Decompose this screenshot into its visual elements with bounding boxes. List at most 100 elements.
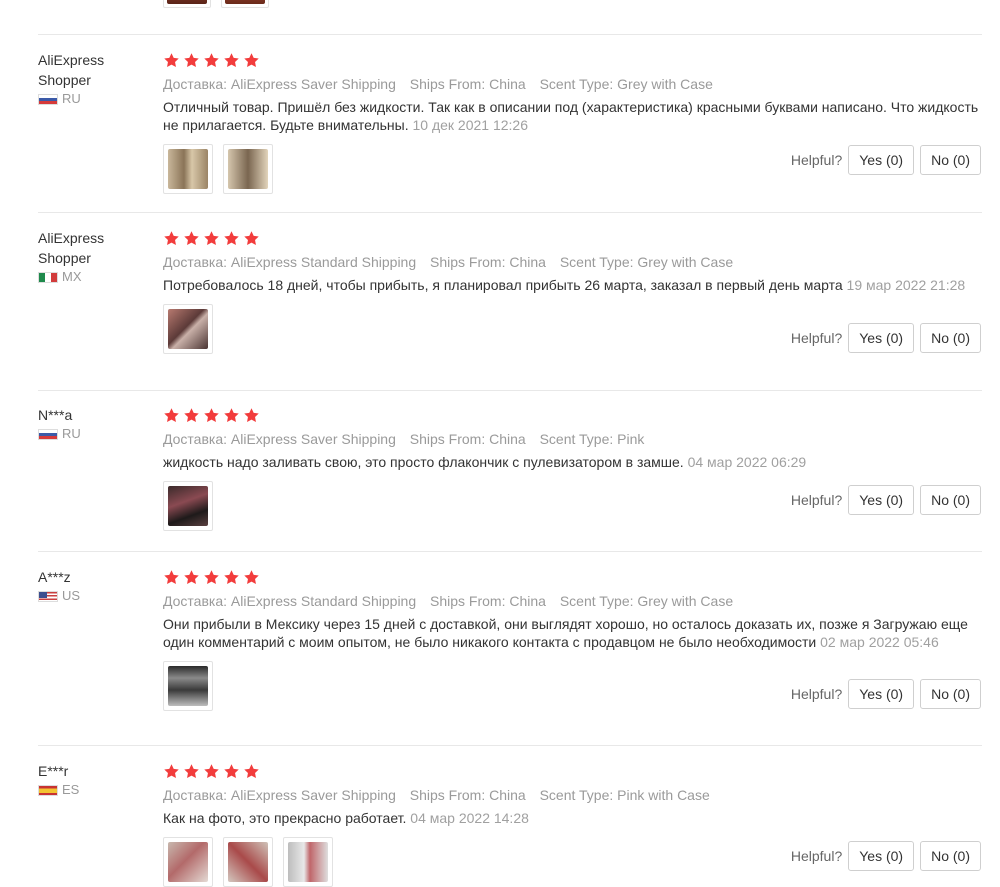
reviewer-name: E***r [38,763,69,779]
russia-flag-icon [38,93,58,105]
scent-type: Scent Type: Grey with Case [559,593,734,609]
helpful-votes: Helpful? Yes (0) No (0) [791,145,981,175]
star-icon [184,230,199,245]
review-divider [38,390,982,391]
reviewer-info: A***z US [38,567,148,604]
star-rating [163,228,981,248]
review-photo[interactable] [163,304,213,354]
delivery-method: Доставка: AliExpress Standard Shipping [163,254,417,270]
review-date: 04 мар 2022 06:29 [687,454,807,470]
star-icon [184,569,199,584]
order-attributes: Доставка: AliExpress Standard Shipping S… [163,591,981,611]
star-icon [224,52,239,67]
reviewer-name: N***a [38,407,73,423]
helpful-no-button[interactable]: No (0) [920,841,981,871]
review-body: жидкость надо заливать свою, это просто … [163,454,684,470]
review-photo[interactable] [283,837,333,887]
helpful-yes-button[interactable]: Yes (0) [848,145,915,175]
ships-from: Ships From: China [409,431,526,447]
reviewer-country: MX [38,269,148,285]
helpful-no-button[interactable]: No (0) [920,145,981,175]
star-icon [164,407,179,422]
star-icon [164,230,179,245]
helpful-votes: Helpful? Yes (0) No (0) [791,485,981,515]
reviewer-country: RU [38,91,148,107]
star-icon [184,763,199,778]
spain-flag-icon [38,784,58,796]
russia-flag-icon [38,428,58,440]
mexico-flag-icon [38,271,58,283]
star-icon [184,407,199,422]
review-date: 02 мар 2022 05:46 [820,634,939,650]
helpful-no-button[interactable]: No (0) [920,679,981,709]
reviewer-info: AliExpress Shopper MX [38,228,148,285]
star-icon [204,230,219,245]
helpful-yes-button[interactable]: Yes (0) [848,485,915,515]
reviewer-country: RU [38,426,148,442]
helpful-yes-button[interactable]: Yes (0) [848,323,915,353]
review-date: 19 мар 2022 21:28 [846,277,966,293]
review-photo[interactable] [163,837,213,887]
review-date: 10 дек 2021 12:26 [412,117,529,133]
helpful-no-button[interactable]: No (0) [920,485,981,515]
review-photo[interactable] [223,837,273,887]
helpful-label: Helpful? [790,848,843,864]
star-icon [224,569,239,584]
review-body: Отличный товар. Пришёл без жидкости. Так… [163,99,979,133]
review-text: Как на фото, это прекрасно работает. 04 … [163,809,981,827]
helpful-label: Helpful? [790,492,843,508]
scent-type: Scent Type: Grey with Case [559,254,734,270]
delivery-method: Доставка: AliExpress Standard Shipping [163,593,417,609]
country-code: MX [62,269,82,284]
country-code: RU [62,91,81,106]
review-text: жидкость надо заливать свою, это просто … [163,453,981,471]
review-body: Как на фото, это прекрасно работает. [163,810,407,826]
order-attributes: Доставка: AliExpress Standard Shipping S… [163,252,981,272]
star-icon [244,569,259,584]
review-photo[interactable] [163,661,213,711]
ships-from: Ships From: China [409,787,526,803]
delivery-method: Доставка: AliExpress Saver Shipping [163,76,396,92]
star-icon [164,763,179,778]
review-date: 04 мар 2022 14:28 [410,810,529,826]
star-rating [163,567,981,587]
usa-flag-icon [38,590,58,602]
star-icon [184,52,199,67]
review-photo[interactable] [223,144,273,194]
ships-from: Ships From: China [430,254,546,270]
helpful-label: Helpful? [790,686,843,702]
reviewer-info: E***r ES [38,761,148,798]
ships-from: Ships From: China [409,76,526,92]
country-code: ES [62,782,80,797]
scent-type: Scent Type: Pink with Case [539,787,710,803]
helpful-votes: Helpful? Yes (0) No (0) [791,323,981,353]
helpful-label: Helpful? [790,152,843,168]
helpful-no-button[interactable]: No (0) [920,323,981,353]
order-attributes: Доставка: AliExpress Saver Shipping Ship… [163,429,981,449]
scent-type: Scent Type: Grey with Case [539,76,713,92]
review-photo[interactable] [163,0,211,8]
star-icon [224,763,239,778]
helpful-votes: Helpful? Yes (0) No (0) [791,841,981,871]
order-attributes: Доставка: AliExpress Saver Shipping Ship… [163,785,981,805]
review-photo[interactable] [221,0,269,8]
reviewer-name: AliExpress Shopper [38,52,105,88]
review-body: Потребовалось 18 дней, чтобы прибыть, я … [163,277,843,293]
star-icon [224,407,239,422]
review-divider [38,212,982,213]
star-icon [204,763,219,778]
review-text: Потребовалось 18 дней, чтобы прибыть, я … [163,276,981,294]
review-text: Отличный товар. Пришёл без жидкости. Так… [163,98,981,134]
helpful-yes-button[interactable]: Yes (0) [848,679,915,709]
scent-type: Scent Type: Pink [539,431,645,447]
star-rating [163,50,981,70]
review-photo[interactable] [163,144,213,194]
star-icon [244,52,259,67]
review-text: Они прибыли в Мексику через 15 дней с до… [163,615,981,651]
star-icon [204,407,219,422]
ships-from: Ships From: China [430,593,546,609]
review-photo[interactable] [163,481,213,531]
delivery-method: Доставка: AliExpress Saver Shipping [163,787,396,803]
star-icon [204,569,219,584]
helpful-yes-button[interactable]: Yes (0) [848,841,915,871]
